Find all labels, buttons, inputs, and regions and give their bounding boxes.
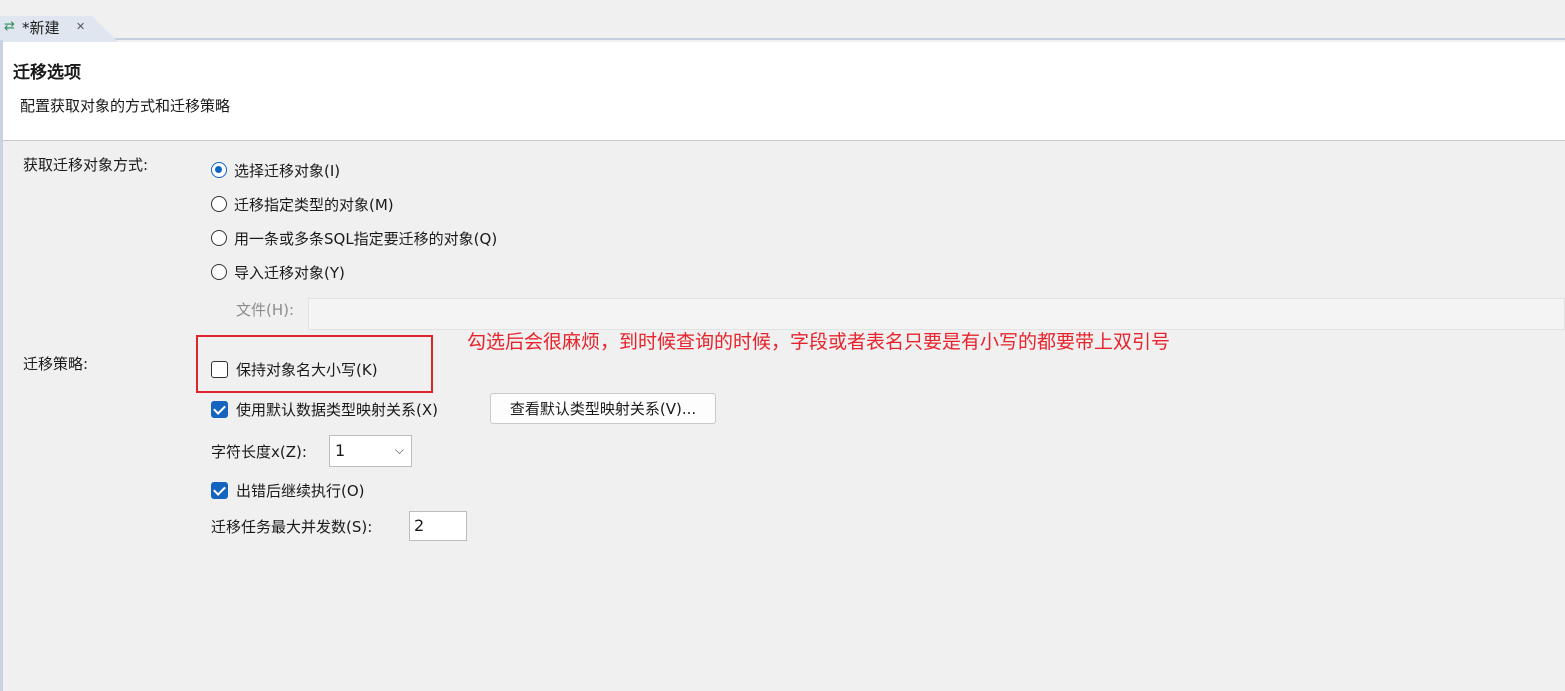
checkbox-box[interactable]: [211, 481, 228, 499]
radio-label: 导入迁移对象(Y): [234, 263, 345, 282]
radio-select-objects[interactable]: 选择迁移对象(I): [211, 159, 340, 181]
max-concurrency-label: 迁移任务最大并发数(S):: [211, 518, 373, 536]
radio-label: 用一条或多条SQL指定要迁移的对象(Q): [234, 229, 498, 248]
annotation-text: 勾选后会很麻烦，到时候查询的时候，字段或者表名只要是有小写的都要带上双引号: [467, 331, 1171, 353]
char-length-select[interactable]: 1 ⌵: [329, 435, 412, 467]
radio-label: 迁移指定类型的对象(M): [234, 195, 394, 214]
close-icon[interactable]: ✕: [76, 20, 85, 34]
radio-button[interactable]: [211, 264, 227, 280]
strategy-label: 迁移策略:: [23, 355, 89, 373]
radio-button[interactable]: [211, 230, 227, 246]
file-path-input[interactable]: [308, 298, 1565, 330]
radio-button[interactable]: [211, 196, 227, 212]
checkbox-label: 出错后继续执行(O): [236, 481, 365, 500]
view-mapping-button[interactable]: 查看默认类型映射关系(V)...: [490, 393, 716, 424]
radio-button[interactable]: [211, 162, 227, 178]
checkbox-box[interactable]: [211, 360, 228, 378]
keep-case-checkbox[interactable]: 保持对象名大小写(K): [211, 358, 378, 380]
checkbox-label: 使用默认数据类型映射关系(X): [236, 400, 438, 419]
migrate-arrows-icon: ⇄: [4, 19, 15, 34]
checkbox-box[interactable]: [211, 400, 228, 418]
radio-specified-types[interactable]: 迁移指定类型的对象(M): [211, 193, 394, 215]
max-concurrency-input[interactable]: 2: [409, 511, 467, 541]
radio-import-objects[interactable]: 导入迁移对象(Y): [211, 261, 345, 283]
page-title: 迁移选项: [13, 63, 81, 83]
fetch-method-label: 获取迁移对象方式:: [23, 156, 149, 174]
continue-on-error-checkbox[interactable]: 出错后继续执行(O): [211, 479, 365, 501]
tab-new[interactable]: ⇄ *新建 ✕: [0, 16, 118, 42]
radio-sql-objects[interactable]: 用一条或多条SQL指定要迁移的对象(Q): [211, 227, 497, 249]
default-mapping-checkbox[interactable]: 使用默认数据类型映射关系(X): [211, 398, 438, 420]
page-description: 配置获取对象的方式和迁移策略: [20, 97, 231, 115]
file-label: 文件(H):: [236, 301, 295, 319]
editor-tab-bar: ⇄ *新建 ✕: [0, 0, 1565, 42]
char-length-value: 1: [335, 441, 346, 460]
checkbox-label: 保持对象名大小写(K): [236, 360, 378, 379]
chevron-down-icon: ⌵: [394, 443, 404, 457]
tab-label: *新建: [22, 19, 60, 37]
page-header: 迁移选项 配置获取对象的方式和迁移策略: [3, 42, 1565, 141]
radio-label: 选择迁移对象(I): [234, 161, 341, 180]
char-length-label: 字符长度x(Z):: [211, 443, 307, 461]
